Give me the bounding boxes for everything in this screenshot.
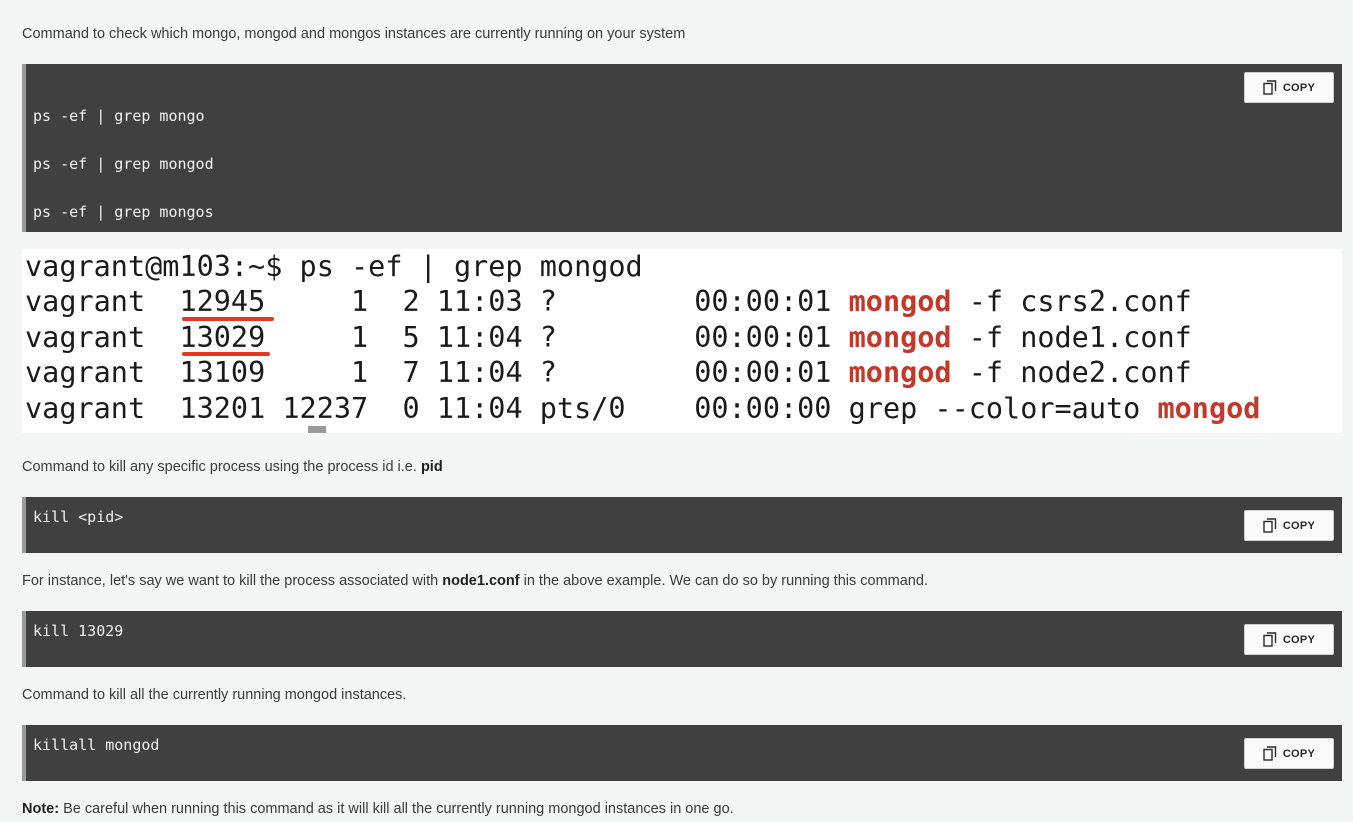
instance-text-before: For instance, let's say we want to kill …	[22, 573, 443, 589]
instance-text-bold: node1.conf	[442, 573, 520, 589]
code-block-kill-pid: kill <pid> COPY	[22, 497, 1342, 553]
intro-text: Command to check which mongo, mongod and…	[22, 26, 686, 42]
terminal-highlight: mongod	[848, 356, 952, 389]
copy-button[interactable]: COPY	[1244, 624, 1334, 655]
terminal-details: 12237 0 11:04 pts/0 00:00:00 grep --colo…	[265, 392, 1158, 425]
copy-button[interactable]: COPY	[1244, 72, 1334, 103]
terminal-details: 1 2 11:03 ? 00:00:01	[265, 285, 849, 318]
terminal-pid: 12945	[179, 285, 266, 318]
code-block-killall: killall mongod COPY	[22, 725, 1342, 781]
pid-underline	[182, 352, 270, 356]
copy-label: COPY	[1282, 747, 1316, 760]
copy-icon	[1263, 632, 1277, 647]
terminal-args: -f node1.conf	[951, 321, 1192, 354]
code-line: kill <pid>	[33, 508, 124, 526]
copy-icon	[1263, 80, 1277, 95]
terminal-prompt: vagrant@m103:~$ ps -ef | grep mongod	[25, 250, 643, 283]
copy-button[interactable]: COPY	[1244, 510, 1334, 541]
copy-label: COPY	[1282, 633, 1316, 646]
terminal-highlight: mongod	[848, 321, 952, 354]
instance-text-after: in the above example. We can do so by ru…	[519, 573, 928, 589]
note-body: Be careful when running this command as …	[59, 801, 734, 817]
terminal-row: vagrant 13201 12237 0 11:04 pts/0 00:00:…	[25, 391, 1260, 427]
terminal-pid: 13029	[179, 321, 266, 354]
terminal-pid: 13109	[179, 356, 266, 389]
terminal-row: vagrant 12945 1 2 11:03 ? 00:00:01 mongo…	[25, 284, 1192, 320]
terminal-args: -f csrs2.conf	[951, 285, 1192, 318]
terminal-cursor	[308, 426, 326, 433]
terminal-details: 1 5 11:04 ? 00:00:01	[265, 321, 849, 354]
terminal-details: 1 7 11:04 ? 00:00:01	[265, 356, 849, 389]
terminal-user: vagrant	[25, 285, 180, 318]
terminal-pid: 13201	[179, 392, 266, 425]
copy-label: COPY	[1282, 519, 1316, 532]
code-line: kill 13029	[33, 622, 124, 640]
code-line: killall mongod	[33, 736, 160, 754]
code-line: ps -ef | grep mongod	[33, 155, 214, 173]
code-line: ps -ef | grep mongos	[33, 203, 214, 221]
code-line: ps -ef | grep mongo	[33, 107, 205, 125]
copy-label: COPY	[1282, 81, 1316, 94]
terminal-row: vagrant 13109 1 7 11:04 ? 00:00:01 mongo…	[25, 355, 1192, 391]
terminal-highlight: mongod	[1157, 392, 1261, 425]
note-label: Note:	[22, 801, 60, 817]
terminal-args: -f node2.conf	[951, 356, 1192, 389]
kill-intro-body: Command to kill any specific process usi…	[22, 459, 421, 475]
terminal-user: vagrant	[25, 392, 180, 425]
killall-text: Command to kill all the currently runnin…	[22, 687, 407, 703]
kill-intro-bold: pid	[420, 459, 443, 475]
terminal-user: vagrant	[25, 321, 180, 354]
pid-underline	[182, 317, 274, 321]
code-block-ps: COPY ps -ef | grep mongo ps -ef | grep m…	[22, 64, 1342, 232]
copy-icon	[1263, 518, 1277, 533]
code-block-kill-13029: kill 13029 COPY	[22, 611, 1342, 667]
instance-text: For instance, let's say we want to kill …	[22, 573, 928, 589]
copy-icon	[1263, 746, 1277, 761]
terminal-user: vagrant	[25, 356, 180, 389]
terminal-screenshot: vagrant@m103:~$ ps -ef | grep mongod vag…	[22, 249, 1342, 433]
kill-intro-text: Command to kill any specific process usi…	[22, 459, 443, 475]
note-text: Note: Be careful when running this comma…	[22, 801, 734, 817]
terminal-highlight: mongod	[848, 285, 952, 318]
terminal-row: vagrant 13029 1 5 11:04 ? 00:00:01 mongo…	[25, 320, 1192, 356]
copy-button[interactable]: COPY	[1244, 738, 1334, 769]
